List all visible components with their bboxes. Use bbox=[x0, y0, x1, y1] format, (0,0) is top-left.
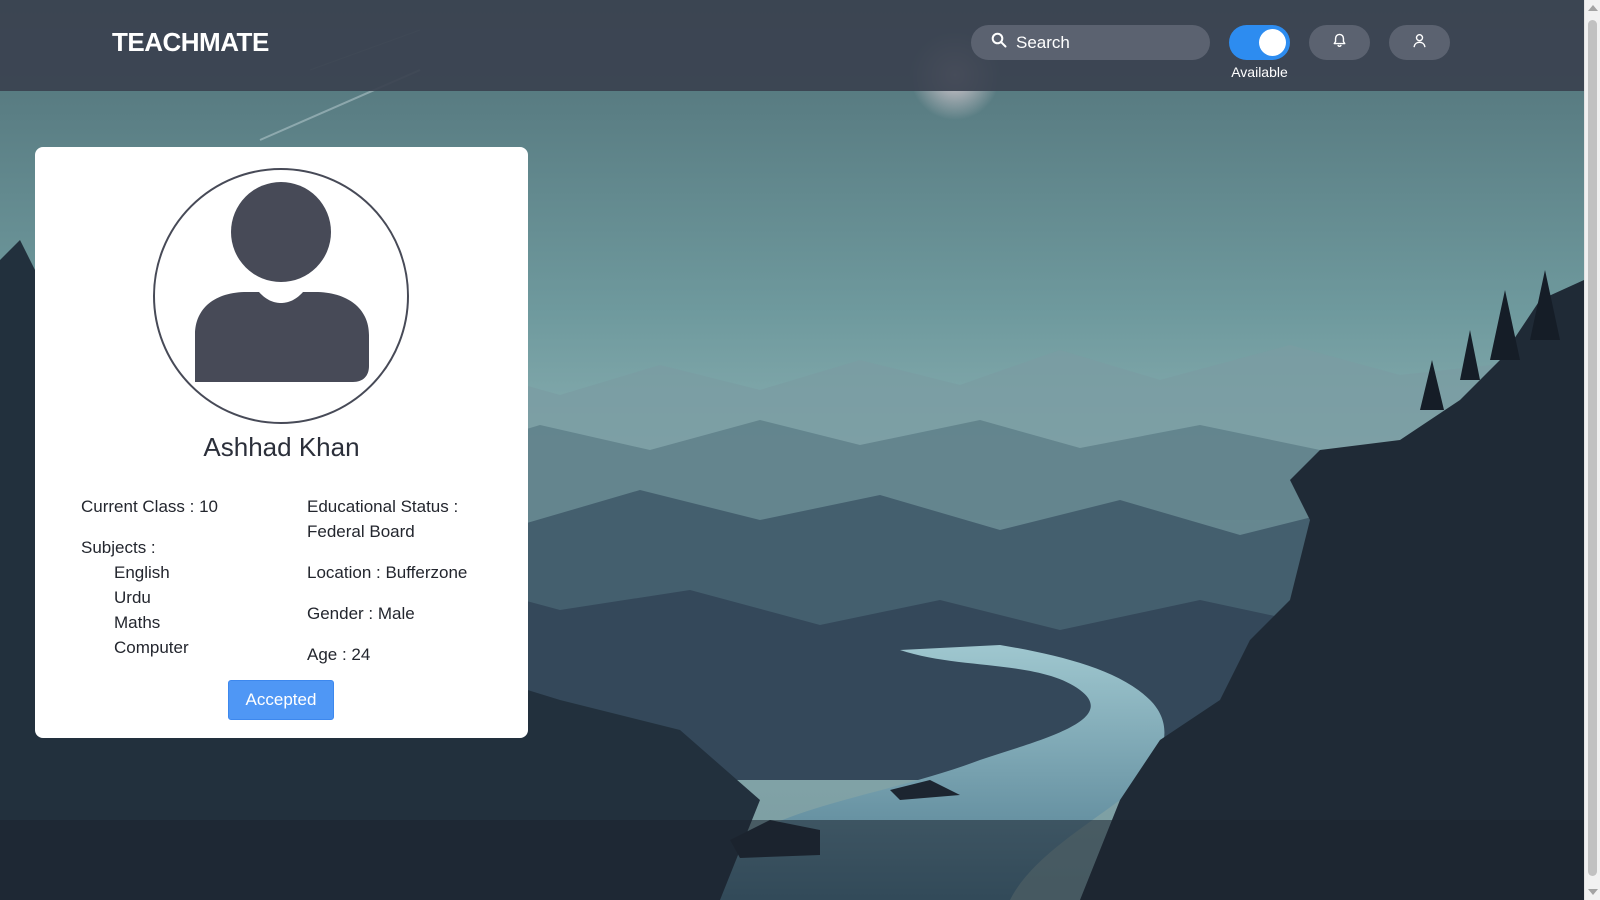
profile-button[interactable] bbox=[1389, 25, 1450, 60]
scroll-thumb[interactable] bbox=[1588, 20, 1597, 876]
top-navbar: TEACHMATE Available bbox=[0, 0, 1584, 91]
subject-item: Urdu bbox=[114, 588, 151, 607]
availability-toggle[interactable] bbox=[1229, 25, 1290, 60]
avatar bbox=[153, 168, 409, 424]
subjects-list: English Urdu Maths Computer bbox=[81, 560, 301, 660]
gender: Gender : Male bbox=[307, 604, 415, 623]
educational-status-label: Educational Status : bbox=[307, 497, 459, 516]
current-class: Current Class : 10 bbox=[81, 497, 218, 516]
app-logo[interactable]: TEACHMATE bbox=[112, 27, 269, 58]
age: Age : 24 bbox=[307, 645, 371, 664]
search-icon bbox=[991, 32, 1007, 53]
bell-icon bbox=[1332, 33, 1347, 53]
user-avatar-icon bbox=[195, 182, 369, 382]
page-scrollbar[interactable] bbox=[1584, 0, 1600, 900]
subject-item: Computer bbox=[114, 638, 189, 657]
location: Location : Bufferzone bbox=[307, 563, 468, 582]
educational-status-value: Federal Board bbox=[307, 522, 415, 541]
search-bar[interactable] bbox=[971, 25, 1210, 60]
scroll-down-arrow-icon[interactable] bbox=[1588, 889, 1598, 895]
student-name: Ashhad Khan bbox=[203, 432, 360, 462]
student-profile-card: Ashhad Khan Current Class : 10 Subjects … bbox=[35, 147, 528, 738]
user-icon bbox=[1412, 33, 1427, 53]
subject-item: Maths bbox=[114, 613, 161, 632]
search-input[interactable] bbox=[1016, 32, 1196, 53]
scroll-up-arrow-icon[interactable] bbox=[1588, 5, 1598, 11]
info-column-right: Educational Status : Federal Board Locat… bbox=[307, 494, 507, 667]
accepted-button[interactable]: Accepted bbox=[228, 680, 334, 720]
toggle-knob bbox=[1259, 29, 1286, 56]
notifications-button[interactable] bbox=[1309, 25, 1370, 60]
info-column-left: Current Class : 10 Subjects : English Ur… bbox=[81, 494, 301, 660]
availability-label: Available bbox=[1231, 64, 1288, 80]
subjects-label: Subjects : bbox=[81, 538, 156, 557]
subject-item: English bbox=[114, 563, 170, 582]
